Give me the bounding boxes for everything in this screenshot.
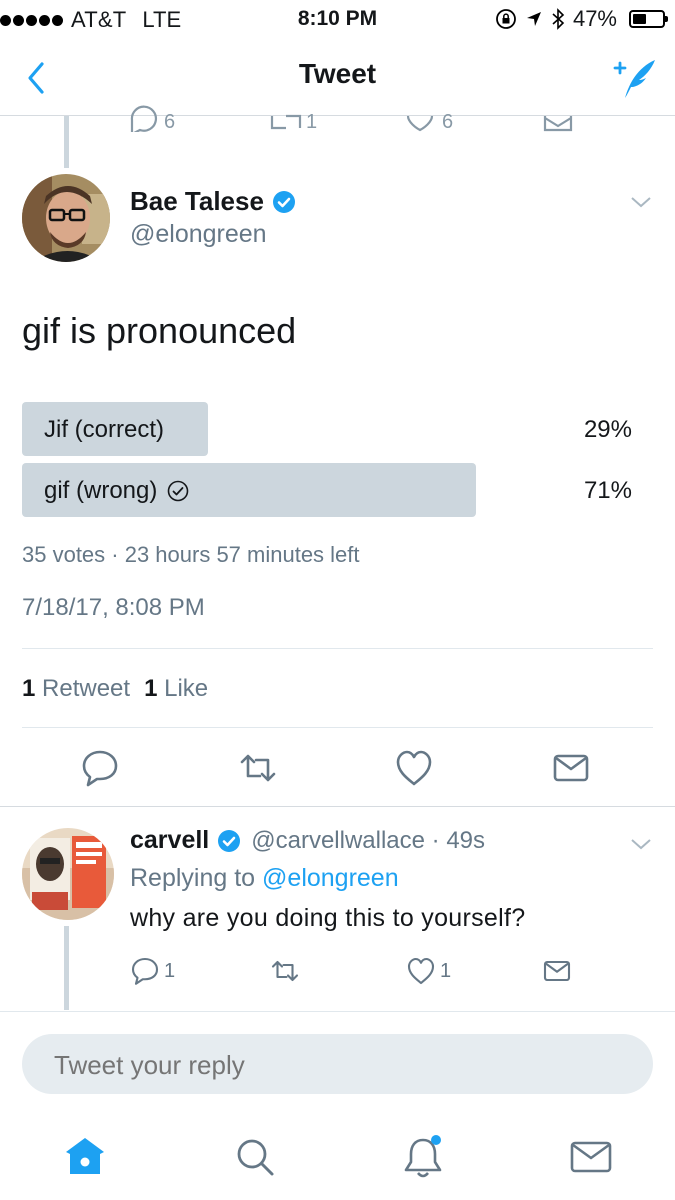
retweet-icon	[271, 960, 299, 982]
status-bar: AT&T LTE 8:10 PM 47%	[0, 0, 675, 38]
tweet-text: gif is pronounced	[22, 310, 297, 351]
svg-text:6: 6	[164, 111, 175, 132]
verified-badge-icon	[218, 829, 241, 852]
tweet-actions	[0, 748, 675, 788]
like-label: Like	[164, 675, 209, 702]
page-title: Tweet	[298, 58, 377, 89]
direct-message-icon	[543, 960, 571, 982]
poll-option: Jif (correct) 29%	[22, 402, 632, 456]
rotation-lock-icon	[496, 9, 516, 29]
bluetooth-icon	[552, 8, 565, 30]
reply-icon[interactable]	[80, 748, 120, 788]
reply-header[interactable]: carvell @carvellwallace · 49s	[130, 826, 485, 855]
reply-message-button[interactable]	[542, 956, 572, 986]
chevron-down-icon[interactable]	[629, 192, 653, 212]
poll-option: gif (wrong) 71%	[22, 463, 632, 517]
reply-reply-button[interactable]: 1	[130, 956, 175, 986]
battery-percent: 47%	[572, 6, 617, 31]
like-stat[interactable]: 1 Like	[144, 675, 208, 703]
poll-meta: 35 votes · 23 hours 57 minutes left	[22, 542, 360, 567]
verified-badge-icon	[272, 190, 295, 213]
chevron-down-icon[interactable]	[629, 834, 653, 854]
tweet-timestamp: 7/18/17, 8:08 PM	[22, 594, 205, 621]
reply-count: 1	[164, 959, 176, 982]
search-icon[interactable]	[230, 1132, 280, 1182]
like-count: 1	[144, 675, 158, 702]
replying-to: Replying to @elongreen	[130, 864, 399, 893]
tab-bar	[0, 1112, 675, 1200]
reply-author-avatar[interactable]	[22, 828, 114, 920]
messages-icon[interactable]	[566, 1132, 616, 1182]
poll-option-label: gif (wrong)	[44, 477, 158, 504]
section-divider	[0, 806, 675, 807]
retweet-icon[interactable]	[238, 748, 278, 788]
divider	[22, 727, 653, 728]
tweet-stats: 1 Retweet 1 Like	[22, 675, 208, 703]
check-circle-icon	[168, 480, 189, 502]
author-name: Bae Talese	[130, 186, 264, 216]
author-handle[interactable]: @elongreen	[130, 220, 267, 249]
poll-option-percent: 29%	[583, 416, 632, 443]
reply-like-count: 1	[440, 959, 452, 982]
retweet-stat[interactable]: 1 Retweet	[22, 675, 130, 703]
svg-text:6: 6	[442, 111, 453, 132]
reply-input[interactable]	[54, 1050, 614, 1081]
replying-to-prefix: Replying to	[130, 864, 256, 892]
retweet-count: 1	[22, 675, 36, 702]
svg-text:1: 1	[306, 111, 317, 132]
poll-option-label-row: gif (wrong)	[44, 477, 189, 505]
home-icon[interactable]	[60, 1132, 110, 1182]
previous-tweet-actions: 6 1 6	[130, 105, 573, 132]
poll-option-label: Jif (correct)	[44, 416, 164, 443]
reply-retweet-button[interactable]	[270, 956, 300, 986]
direct-message-icon[interactable]	[551, 748, 591, 788]
poll-option-percent: 71%	[583, 477, 632, 504]
divider	[22, 648, 653, 649]
reply-author-name: carvell	[130, 826, 210, 854]
like-heart-icon	[407, 957, 435, 985]
reply-author-handle: @carvellwallace · 49s	[251, 826, 486, 854]
retweet-label: Retweet	[42, 675, 131, 702]
battery-icon	[629, 10, 668, 28]
reply-text: why are you doing this to yourself?	[130, 904, 526, 932]
location-arrow-icon	[526, 12, 541, 26]
reply-like-button[interactable]: 1	[406, 956, 451, 986]
author-name-row[interactable]: Bae Talese	[130, 186, 296, 217]
replying-to-mention[interactable]: @elongreen	[262, 864, 399, 892]
reply-actions: 1 1	[0, 954, 675, 990]
author-avatar[interactable]	[22, 174, 110, 262]
compose-tweet-icon[interactable]	[611, 54, 659, 102]
reply-composer[interactable]	[22, 1034, 653, 1094]
divider	[0, 1011, 675, 1012]
like-heart-icon[interactable]	[394, 748, 434, 788]
reply-icon	[131, 957, 159, 985]
notifications-bell-icon[interactable]	[398, 1132, 448, 1182]
